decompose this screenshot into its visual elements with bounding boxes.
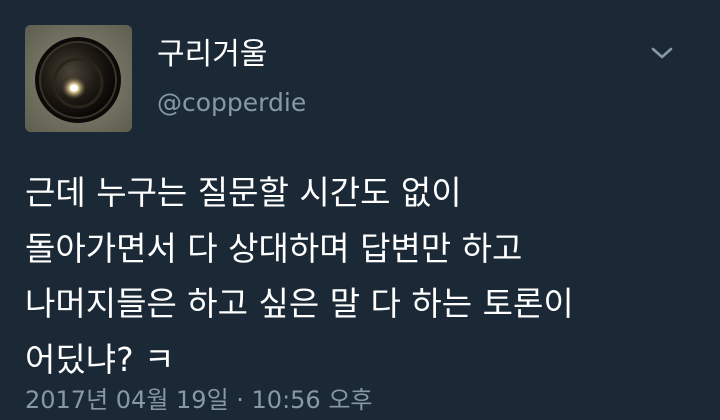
tweet-line: 돌아가면서 다 상대하며 답변만 하고 xyxy=(25,228,523,268)
user-handle[interactable]: @copperdie xyxy=(157,88,306,118)
tweet-line: 근데 누구는 질문할 시간도 없이 xyxy=(25,173,462,212)
chevron-down-icon[interactable] xyxy=(650,42,674,66)
display-name[interactable]: 구리거울 xyxy=(157,38,267,72)
tweet-card: 구리거울 @copperdie 근데 누구는 질문할 시간도 없이 돌아가면서 … xyxy=(0,0,720,420)
tweet-line: 어딨냐? ㅋ xyxy=(25,339,175,379)
copper-mirror-avatar xyxy=(25,25,132,132)
tweet-text: 근데 누구는 질문할 시간도 없이 돌아가면서 다 상대하며 답변만 하고 나머… xyxy=(25,165,705,387)
tweet-line: 나머지들은 하고 싶은 말 다 하는 토론이 xyxy=(25,284,574,323)
tweet-timestamp: 2017년 04월 19일 · 10:56 오후 xyxy=(25,386,373,414)
avatar[interactable] xyxy=(25,25,132,132)
